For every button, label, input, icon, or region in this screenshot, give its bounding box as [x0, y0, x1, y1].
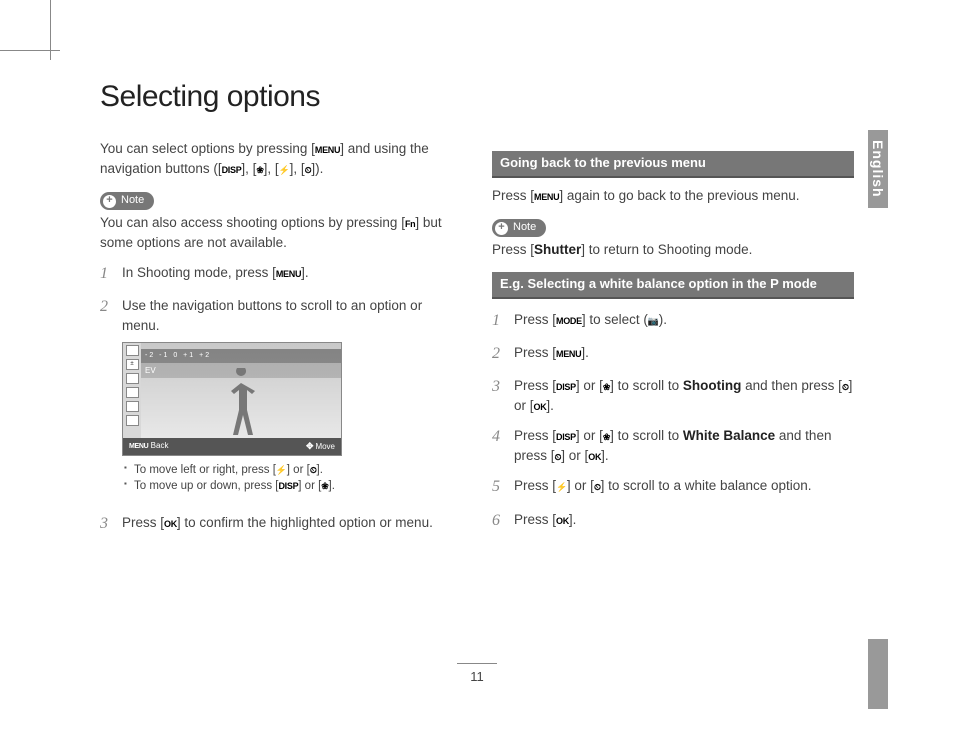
screenshot-main: -2 -1 0 +1 +2 EV — [141, 343, 341, 438]
bullet-lr: To move left or right, press [⚡] or [⏲]. — [124, 462, 462, 478]
ss-icon — [126, 401, 139, 412]
shutter-label: Shutter — [534, 242, 581, 257]
flash-icon: ⚡ — [556, 481, 567, 494]
camera-screenshot: ± -2 -1 0 +1 +2 EV — [122, 342, 342, 456]
macro-icon: ❀ — [603, 381, 610, 394]
shutter-note: Press [Shutter] to return to Shooting mo… — [492, 240, 854, 260]
steps-right: 1 Press [MODE] to select (📷). 2 Press [M… — [492, 309, 854, 532]
fn-icon: Fn — [405, 218, 415, 231]
step-number: 5 — [492, 475, 514, 498]
ss-icon — [126, 373, 139, 384]
rstep-4: 4 Press [DISP] or [❀] to scroll to White… — [492, 425, 854, 465]
menu-icon: MENU — [556, 348, 581, 361]
disp-icon: DISP — [556, 381, 576, 394]
steps-left: 1 In Shooting mode, press [MENU]. 2 Use … — [100, 262, 462, 535]
ok-icon: OK — [556, 515, 569, 528]
menu-icon: MENU — [534, 191, 559, 204]
step-number: 6 — [492, 509, 514, 532]
macro-icon: ❀ — [256, 164, 263, 177]
menu-icon: MENU — [276, 268, 301, 281]
step-number: 1 — [100, 262, 122, 285]
page-number: 11 — [470, 669, 484, 684]
intro-text: You can select options by pressing [MENU… — [100, 139, 462, 178]
ss-icon: ± — [126, 359, 139, 370]
menu-icon: MENU — [315, 144, 340, 157]
note-text: You can also access shooting options by … — [100, 213, 462, 252]
step-number: 4 — [492, 425, 514, 465]
note-label: Note — [513, 220, 536, 236]
camera-icon: 📷 — [648, 315, 659, 328]
step-1: 1 In Shooting mode, press [MENU]. — [100, 262, 462, 285]
rstep-5: 5 Press [⚡] or [⏲] to scroll to a white … — [492, 475, 854, 498]
timer-icon: ⏲ — [310, 464, 317, 477]
page-number-rule — [457, 663, 497, 664]
note-label: Note — [121, 193, 144, 209]
disp-icon: DISP — [278, 480, 298, 493]
macro-icon: ❀ — [321, 480, 328, 493]
left-column: You can select options by pressing [MENU… — [100, 139, 462, 545]
step-number: 3 — [100, 512, 122, 535]
step-2: 2 Use the navigation buttons to scroll t… — [100, 295, 462, 501]
ok-icon: OK — [164, 518, 177, 531]
plus-icon: + — [495, 222, 508, 235]
macro-icon: ❀ — [603, 431, 610, 444]
ev-scale: -2 -1 0 +1 +2 — [141, 349, 341, 363]
section-heading-back: Going back to the previous menu — [492, 151, 854, 178]
manual-page: English Selecting options You can select… — [0, 0, 954, 739]
timer-icon: ⏲ — [842, 381, 849, 394]
note-pill: + Note — [100, 192, 154, 210]
step-number: 3 — [492, 375, 514, 415]
crop-mark-v — [50, 0, 51, 60]
right-column: Going back to the previous menu Press [M… — [492, 139, 854, 545]
screenshot-sidebar: ± — [123, 343, 141, 438]
ss-icon — [126, 415, 139, 426]
language-tab: English — [868, 130, 888, 208]
plus-icon: + — [103, 195, 116, 208]
step-3: 3 Press [OK] to confirm the highlighted … — [100, 512, 462, 535]
step-number: 1 — [492, 309, 514, 332]
disp-icon: DISP — [556, 431, 576, 444]
mode-icon: MODE — [556, 315, 582, 328]
sub-bullets: To move left or right, press [⚡] or [⏲].… — [122, 462, 462, 494]
rstep-2: 2 Press [MENU]. — [492, 342, 854, 365]
note-pill: + Note — [492, 219, 546, 237]
flash-icon: ⚡ — [279, 164, 290, 177]
crop-mark-h — [0, 50, 60, 51]
flash-icon: ⚡ — [276, 464, 287, 477]
ss-icon — [126, 345, 139, 356]
step-number: 2 — [100, 295, 122, 501]
ok-icon: OK — [534, 401, 547, 414]
person-silhouette-icon — [221, 368, 261, 438]
section-heading-example: E.g. Selecting a white balance option in… — [492, 272, 854, 299]
ok-icon: OK — [588, 451, 601, 464]
timer-icon: ⏲ — [594, 481, 601, 494]
back-text: Press [MENU] again to go back to the pre… — [492, 186, 854, 206]
bottom-tab — [868, 639, 888, 709]
bullet-ud: To move up or down, press [DISP] or [❀]. — [124, 478, 462, 494]
step-number: 2 — [492, 342, 514, 365]
rstep-3: 3 Press [DISP] or [❀] to scroll to Shoot… — [492, 375, 854, 415]
page-title: Selecting options — [100, 80, 854, 114]
disp-icon: DISP — [222, 164, 242, 177]
screenshot-footer: MENU Back ✥ Move — [123, 438, 341, 455]
content-columns: You can select options by pressing [MENU… — [100, 139, 854, 545]
rstep-6: 6 Press [OK]. — [492, 509, 854, 532]
ss-icon — [126, 387, 139, 398]
rstep-1: 1 Press [MODE] to select (📷). — [492, 309, 854, 332]
